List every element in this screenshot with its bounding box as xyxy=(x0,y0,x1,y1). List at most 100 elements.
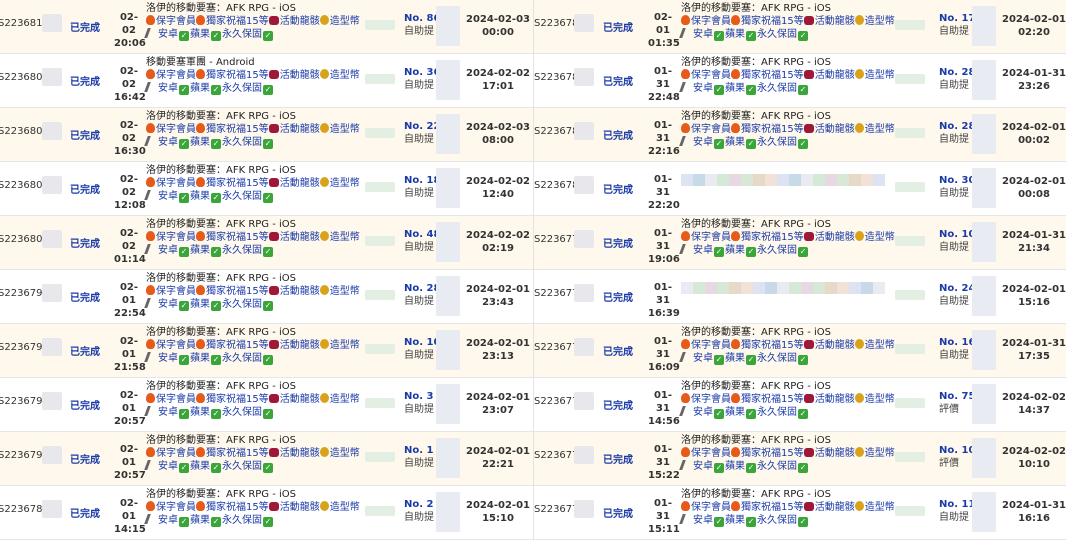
product-cell[interactable] xyxy=(681,164,896,186)
completed-time: 2024-02-01 00:02 xyxy=(999,121,1066,147)
table-row[interactable]: S223677 已完成 01-31 16:39 No. 246 自助提 2024… xyxy=(534,270,1066,324)
order-number-cell[interactable]: No. 10 評價 xyxy=(939,444,975,470)
table-row[interactable]: S223678 已完成 01-31 22:48 洛伊的移動要塞：AFK RPG … xyxy=(534,54,1066,108)
table-row[interactable]: S223680 已完成 02-02 01:14 洛伊的移動要塞：AFK RPG … xyxy=(0,216,533,270)
order-number-cell[interactable]: No. 22 自助提 xyxy=(404,120,440,146)
check-icon: ✓ xyxy=(798,463,808,473)
product-cell[interactable]: 洛伊的移動要塞：AFK RPG - iOS 保字會員 獨家祝福15等 活動龍骸 造型幣… xyxy=(679,2,896,41)
redacted-id-block xyxy=(42,230,62,248)
dragon-icon xyxy=(268,232,279,241)
product-cell[interactable]: 洛伊的移動要塞：AFK RPG - iOS 保字會員 獨家祝福15等 活動龍骸 造型幣… xyxy=(144,434,361,473)
table-row[interactable]: S223677 已完成 01-31 15:22 洛伊的移動要塞：AFK RPG … xyxy=(534,432,1066,486)
table-row[interactable]: S223678 已完成 02-01 14:15 洛伊的移動要塞：AFK RPG … xyxy=(0,486,533,540)
order-number-cell[interactable]: No. 17 自助提 xyxy=(939,12,975,38)
table-row[interactable]: S223679 已完成 02-01 22:54 洛伊的移動要塞：AFK RPG … xyxy=(0,270,533,324)
product-cell[interactable] xyxy=(681,272,896,294)
order-number-cell[interactable]: No. 2 自助提 xyxy=(404,498,434,524)
redacted-id-block xyxy=(42,68,62,86)
tag-permanent: 永久保固 xyxy=(757,461,797,472)
order-number-cell[interactable]: No. 1 自助提 xyxy=(404,444,434,470)
check-icon: ✓ xyxy=(263,517,273,527)
product-cell[interactable]: 洛伊的移動要塞：AFK RPG - iOS 保字會員 獨家祝福15等 活動龍骸 造型幣… xyxy=(144,272,361,311)
medal-icon xyxy=(319,393,329,403)
product-cell[interactable]: 洛伊的移動要塞：AFK RPG - iOS 保字會員 獨家祝福15等 活動龍骸 造型幣… xyxy=(679,326,896,365)
table-row[interactable]: S223677 已完成 01-31 16:09 洛伊的移動要塞：AFK RPG … xyxy=(534,324,1066,378)
tag-android: 安卓 xyxy=(158,515,178,526)
order-number-cell[interactable]: No. 3 自助提 xyxy=(404,390,434,416)
order-number[interactable]: No. 75 xyxy=(939,390,975,403)
order-number[interactable]: No. 22 xyxy=(404,120,440,133)
table-row[interactable]: S223677 已完成 01-31 15:11 洛伊的移動要塞：AFK RPG … xyxy=(534,486,1066,540)
created-clock: 22:54 xyxy=(114,308,146,319)
table-row[interactable]: S223679 已完成 02-01 21:58 洛伊的移動要塞：AFK RPG … xyxy=(0,324,533,378)
table-row[interactable]: S223679 已完成 02-01 20:57 洛伊的移動要塞：AFK RPG … xyxy=(0,432,533,486)
completed-date: 2024-02-01 xyxy=(466,446,530,457)
product-cell[interactable]: 洛伊的移動要塞：AFK RPG - iOS 保字會員 獨家祝福15等 活動龍骸 造型幣… xyxy=(144,380,361,419)
product-cell[interactable]: 洛伊的移動要塞：AFK RPG - iOS 保字會員 獨家祝福15等 活動龍骸 造型幣… xyxy=(679,218,896,257)
order-number-cell[interactable]: No. 86 自助提 xyxy=(404,12,440,38)
order-number[interactable]: No. 10 xyxy=(939,444,975,457)
table-row[interactable]: S223677 已完成 01-31 19:06 洛伊的移動要塞：AFK RPG … xyxy=(534,216,1066,270)
product-cell[interactable]: 洛伊的移動要塞：AFK RPG - iOS 保字會員 獨家祝福15等 活動龍骸 造型幣… xyxy=(144,2,361,41)
redacted-buyer-block xyxy=(365,290,395,300)
order-number[interactable]: No. 1 xyxy=(404,444,434,457)
fire-icon xyxy=(681,15,690,25)
fire-icon xyxy=(731,339,740,349)
redacted-buyer-block xyxy=(365,74,395,84)
product-cell[interactable]: 移動要塞軍團 - Android 保字會員 獨家祝福15等 活動龍骸 造型幣 安卓 ✓ 蘋… xyxy=(144,56,361,95)
tag-line-1: 保字會員 獨家祝福15等 活動龍骸 造型幣 xyxy=(681,339,896,352)
redacted-buyer-block xyxy=(365,344,395,354)
redacted-buyer-block xyxy=(365,182,395,192)
redacted-buyer-block xyxy=(365,20,395,30)
order-number-cell[interactable]: No. 48 自助提 xyxy=(404,228,440,254)
order-number[interactable]: No. 2 xyxy=(404,498,434,511)
product-title: 洛伊的移動要塞：AFK RPG - iOS xyxy=(146,165,297,176)
order-number[interactable]: No. 36 xyxy=(404,66,440,79)
dragon-icon xyxy=(803,70,814,79)
tag-permanent: 永久保固 xyxy=(757,407,797,418)
order-number[interactable]: No. 48 xyxy=(404,228,440,241)
fire-icon xyxy=(731,447,740,457)
tag-custom: 獨家祝福15等 xyxy=(206,70,269,81)
product-cell[interactable]: 洛伊的移動要塞：AFK RPG - iOS 保字會員 獨家祝福15等 活動龍骸 造型幣… xyxy=(679,434,896,473)
order-sub-label: 自助提 xyxy=(404,404,434,415)
table-row[interactable]: S223680 已完成 02-02 16:30 洛伊的移動要塞：AFK RPG … xyxy=(0,108,533,162)
order-number[interactable]: No. 17 xyxy=(939,12,975,25)
product-title: 洛伊的移動要塞：AFK RPG - iOS xyxy=(146,381,297,392)
table-row[interactable]: S223677 已完成 01-31 14:56 洛伊的移動要塞：AFK RPG … xyxy=(534,378,1066,432)
table-row[interactable]: S2236811 已完成 02-02 20:06 洛伊的移動要塞：AFK RPG… xyxy=(0,0,533,54)
order-number-cell[interactable]: No. 36 自助提 xyxy=(404,66,440,92)
order-number[interactable]: No. 10 xyxy=(404,336,440,349)
table-row[interactable]: S223680 已完成 02-02 12:08 洛伊的移動要塞：AFK RPG … xyxy=(0,162,533,216)
table-row[interactable]: S223678 已完成 01-31 22:16 洛伊的移動要塞：AFK RPG … xyxy=(534,108,1066,162)
order-number-cell[interactable]: No. 75 評價 xyxy=(939,390,975,416)
product-cell[interactable]: 洛伊的移動要塞：AFK RPG - iOS 保字會員 獨家祝福15等 活動龍骸 造型幣… xyxy=(679,56,896,95)
product-cell[interactable]: 洛伊的移動要塞：AFK RPG - iOS 保字會員 獨家祝福15等 活動龍骸 造型幣… xyxy=(144,326,361,365)
order-number[interactable]: No. 3 xyxy=(404,390,434,403)
created-time: 02-02 16:42 xyxy=(114,65,146,104)
tag-line-1: 保字會員 獨家祝福15等 活動龍骸 造型幣 xyxy=(681,447,896,460)
order-sub-label: 自助提 xyxy=(404,512,434,523)
tag-model: 造型幣 xyxy=(329,70,360,81)
product-cell[interactable]: 洛伊的移動要塞：AFK RPG - iOS 保字會員 獨家祝福15等 活動龍骸 造型幣… xyxy=(144,110,361,149)
table-row[interactable]: S223678 已完成 02-01 01:35 洛伊的移動要塞：AFK RPG … xyxy=(534,0,1066,54)
tag-android: 安卓 xyxy=(693,137,713,148)
medal-icon xyxy=(319,339,329,349)
table-row[interactable]: S223680 已完成 02-02 16:42 移動要塞軍團 - Android… xyxy=(0,54,533,108)
product-cell[interactable]: 洛伊的移動要塞：AFK RPG - iOS 保字會員 獨家祝福15等 活動龍骸 造型幣… xyxy=(144,218,361,257)
tag-custom: 獨家祝福15等 xyxy=(206,448,269,459)
order-number[interactable]: No. 86 xyxy=(404,12,440,25)
table-row[interactable]: S223678 已完成 01-31 22:20 No. 303 自助提 2024… xyxy=(534,162,1066,216)
product-cell[interactable]: 洛伊的移動要塞：AFK RPG - iOS 保字會員 獨家祝福15等 活動龍骸 造型幣… xyxy=(679,110,896,149)
table-row[interactable]: S223679 已完成 02-01 20:57 洛伊的移動要塞：AFK RPG … xyxy=(0,378,533,432)
product-cell[interactable]: 洛伊的移動要塞：AFK RPG - iOS 保字會員 獨家祝福15等 活動龍骸 造型幣… xyxy=(144,164,361,203)
product-cell[interactable]: 洛伊的移動要塞：AFK RPG - iOS 保字會員 獨家祝福15等 活動龍骸 造型幣… xyxy=(144,488,361,527)
product-cell[interactable]: 洛伊的移動要塞：AFK RPG - iOS 保字會員 獨家祝福15等 活動龍骸 造型幣… xyxy=(679,380,896,419)
order-sub-label: 評價 xyxy=(939,404,959,415)
fire-icon xyxy=(146,15,155,25)
tag-permanent: 永久保固 xyxy=(757,245,797,256)
order-number-cell[interactable]: No. 10 自助提 xyxy=(404,336,440,362)
dragon-icon xyxy=(803,502,814,511)
product-cell[interactable]: 洛伊的移動要塞：AFK RPG - iOS 保字會員 獨家祝福15等 活動龍骸 造型幣… xyxy=(679,488,896,527)
completed-date: 2024-02-01 xyxy=(466,392,530,403)
